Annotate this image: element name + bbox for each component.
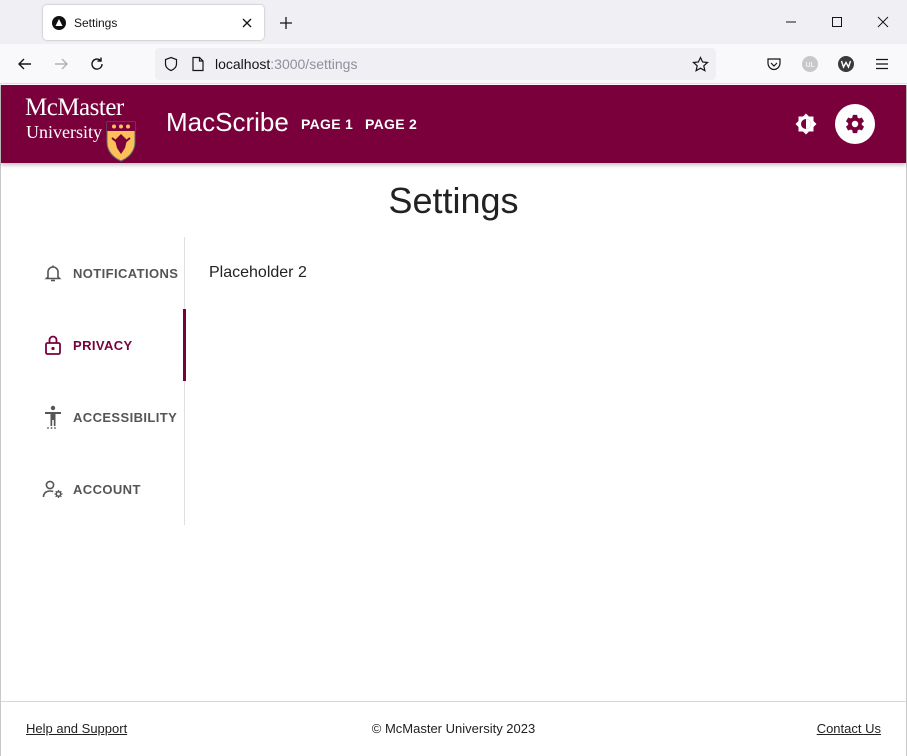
- gear-icon: [846, 114, 864, 134]
- app-favicon-icon: [52, 15, 66, 30]
- crest-icon: [106, 121, 136, 162]
- pocket-icon[interactable]: [760, 50, 788, 78]
- account-settings-icon: [42, 478, 64, 500]
- browser-nav-bar: localhost:3000/settings UL: [0, 44, 907, 84]
- app-header: McMaster University MacScribe PAGE 1 PAG…: [1, 85, 906, 163]
- back-arrow-icon[interactable]: [11, 50, 39, 78]
- sidebar-item-label: ACCESSIBILITY: [73, 409, 178, 425]
- reload-icon[interactable]: [83, 50, 111, 78]
- sidebar-item-accessibility[interactable]: ACCESSIBILITY: [1, 381, 185, 453]
- maximize-icon[interactable]: [814, 0, 860, 44]
- sidebar-item-label: PRIVACY: [73, 337, 133, 353]
- svg-text:UL: UL: [805, 61, 814, 69]
- shield-icon[interactable]: [163, 56, 179, 72]
- settings-panel-content: Placeholder 2: [209, 264, 307, 281]
- close-tab-icon[interactable]: [233, 9, 261, 37]
- extension-w-icon[interactable]: [832, 50, 860, 78]
- sidebar-item-account[interactable]: ACCOUNT: [1, 453, 185, 525]
- logo-wordmark-line1: McMaster: [25, 94, 124, 121]
- url-bar[interactable]: localhost:3000/settings: [155, 48, 716, 80]
- browser-tab-title: Settings: [74, 15, 118, 30]
- extension-avatar-icon[interactable]: UL: [796, 50, 824, 78]
- logo-wordmark-line2: University: [26, 122, 102, 142]
- nav-page-2[interactable]: PAGE 2: [365, 116, 417, 132]
- settings-sidebar: NOTIFICATIONS PRIVACY ACCESSIBILITY ACCO…: [1, 237, 186, 525]
- copyright-text: © McMaster University 2023: [371, 721, 536, 736]
- app-name[interactable]: MacScribe: [166, 107, 289, 138]
- browser-tab-bar: Settings: [0, 0, 907, 44]
- sidebar-item-label: NOTIFICATIONS: [73, 265, 179, 281]
- page-info-icon[interactable]: [191, 56, 205, 72]
- bell-icon: [42, 262, 64, 284]
- forward-arrow-icon[interactable]: [47, 50, 75, 78]
- settings-button[interactable]: [835, 104, 875, 144]
- nav-page-1[interactable]: PAGE 1: [301, 116, 353, 132]
- contact-us-link[interactable]: Contact Us: [817, 721, 881, 736]
- url-text[interactable]: localhost:3000/settings: [215, 56, 357, 72]
- browser-tab[interactable]: Settings: [43, 5, 264, 40]
- lock-icon: [42, 334, 64, 356]
- hamburger-menu-icon[interactable]: [868, 50, 896, 78]
- bookmark-star-icon[interactable]: [692, 56, 709, 73]
- url-path: :3000/settings: [270, 56, 358, 72]
- mcmaster-logo[interactable]: McMaster University: [25, 94, 137, 162]
- sidebar-item-label: ACCOUNT: [73, 481, 141, 497]
- accessibility-icon: [42, 405, 64, 429]
- page-footer: Help and Support © McMaster University 2…: [1, 701, 906, 756]
- page-title: Settings: [388, 180, 519, 221]
- window-close-icon[interactable]: [860, 0, 906, 44]
- sidebar-item-privacy[interactable]: PRIVACY: [1, 309, 186, 381]
- active-tab-indicator: [183, 309, 186, 381]
- sidebar-item-notifications[interactable]: NOTIFICATIONS: [1, 237, 185, 309]
- new-tab-icon[interactable]: [272, 9, 300, 37]
- theme-toggle-button[interactable]: [787, 105, 825, 143]
- brightness-icon: [795, 113, 817, 135]
- url-host: localhost: [215, 56, 271, 72]
- minimize-icon[interactable]: [768, 0, 814, 44]
